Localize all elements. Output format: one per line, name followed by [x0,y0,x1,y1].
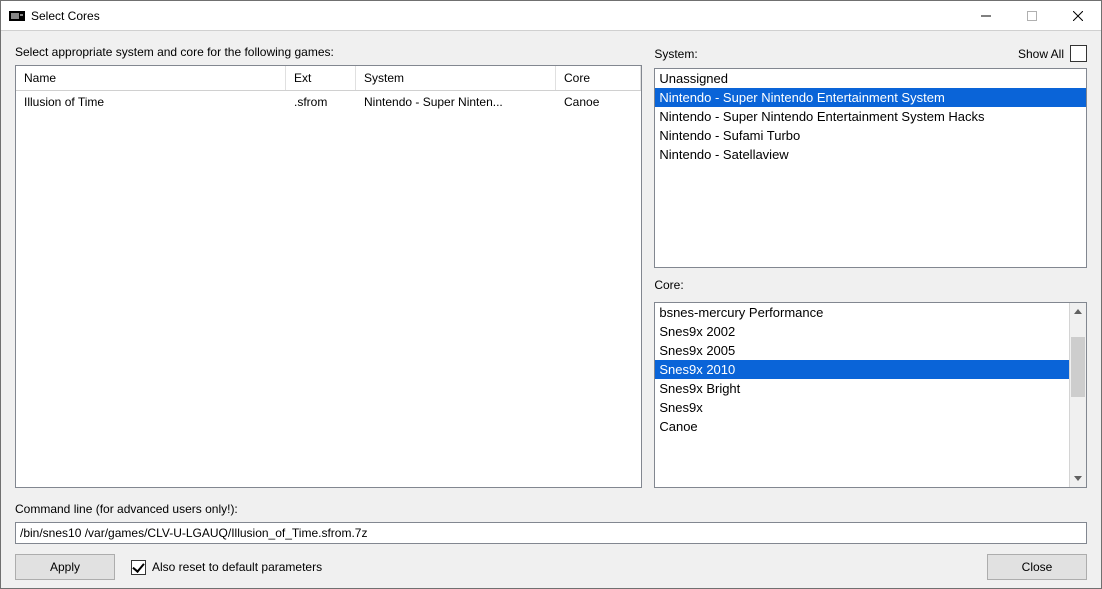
core-listbox[interactable]: bsnes-mercury PerformanceSnes9x 2002Snes… [654,302,1087,488]
close-button[interactable]: Close [987,554,1087,580]
app-icon [9,10,25,22]
games-header[interactable]: Name Ext System Core [16,66,641,91]
list-item[interactable]: Snes9x 2002 [655,322,1069,341]
column-system[interactable]: System [356,66,556,90]
content-area: Select appropriate system and core for t… [1,31,1101,588]
scroll-down-icon[interactable] [1070,470,1086,487]
scroll-thumb[interactable] [1071,337,1085,397]
titlebar[interactable]: Select Cores [1,1,1101,31]
select-cores-window: Select Cores Select appropriate system a… [0,0,1102,589]
cmdline-label: Command line (for advanced users only!): [15,502,1087,516]
table-cell: Illusion of Time [16,91,286,113]
list-item[interactable]: Snes9x Bright [655,379,1069,398]
list-item[interactable]: bsnes-mercury Performance [655,303,1069,322]
column-ext[interactable]: Ext [286,66,356,90]
list-item[interactable]: Snes9x [655,398,1069,417]
table-cell: .sfrom [286,91,356,113]
reset-defaults-option[interactable]: Also reset to default parameters [131,560,322,575]
list-item[interactable]: Canoe [655,417,1069,436]
close-window-button[interactable] [1055,1,1101,31]
scroll-track[interactable] [1070,320,1086,470]
core-label: Core: [654,278,1087,292]
show-all-label: Show All [1018,47,1064,61]
list-item[interactable]: Nintendo - Sufami Turbo [655,126,1086,145]
list-item[interactable]: Nintendo - Super Nintendo Entertainment … [655,107,1086,126]
list-item[interactable]: Nintendo - Super Nintendo Entertainment … [655,88,1086,107]
show-all-checkbox[interactable] [1070,45,1087,62]
maximize-button [1009,1,1055,31]
window-title: Select Cores [31,8,100,23]
minimize-button[interactable] [963,1,1009,31]
reset-defaults-checkbox[interactable] [131,560,146,575]
column-core[interactable]: Core [556,66,641,90]
cmdline-input[interactable] [15,522,1087,544]
list-item[interactable]: Nintendo - Satellaview [655,145,1086,164]
apply-button[interactable]: Apply [15,554,115,580]
table-cell: Nintendo - Super Ninten... [356,91,556,113]
list-item[interactable]: Snes9x 2010 [655,360,1069,379]
column-name[interactable]: Name [16,66,286,90]
list-item[interactable]: Snes9x 2005 [655,341,1069,360]
scroll-up-icon[interactable] [1070,303,1086,320]
games-listview[interactable]: Name Ext System Core Illusion of Time.sf… [15,65,642,488]
core-scrollbar[interactable] [1069,303,1086,487]
system-listbox[interactable]: UnassignedNintendo - Super Nintendo Ente… [654,68,1087,268]
reset-defaults-label: Also reset to default parameters [152,560,322,574]
list-item[interactable]: Unassigned [655,69,1086,88]
table-row[interactable]: Illusion of Time.sfromNintendo - Super N… [16,91,641,113]
instruction-label: Select appropriate system and core for t… [15,45,642,59]
table-cell: Canoe [556,91,641,113]
system-label: System: [654,47,697,61]
